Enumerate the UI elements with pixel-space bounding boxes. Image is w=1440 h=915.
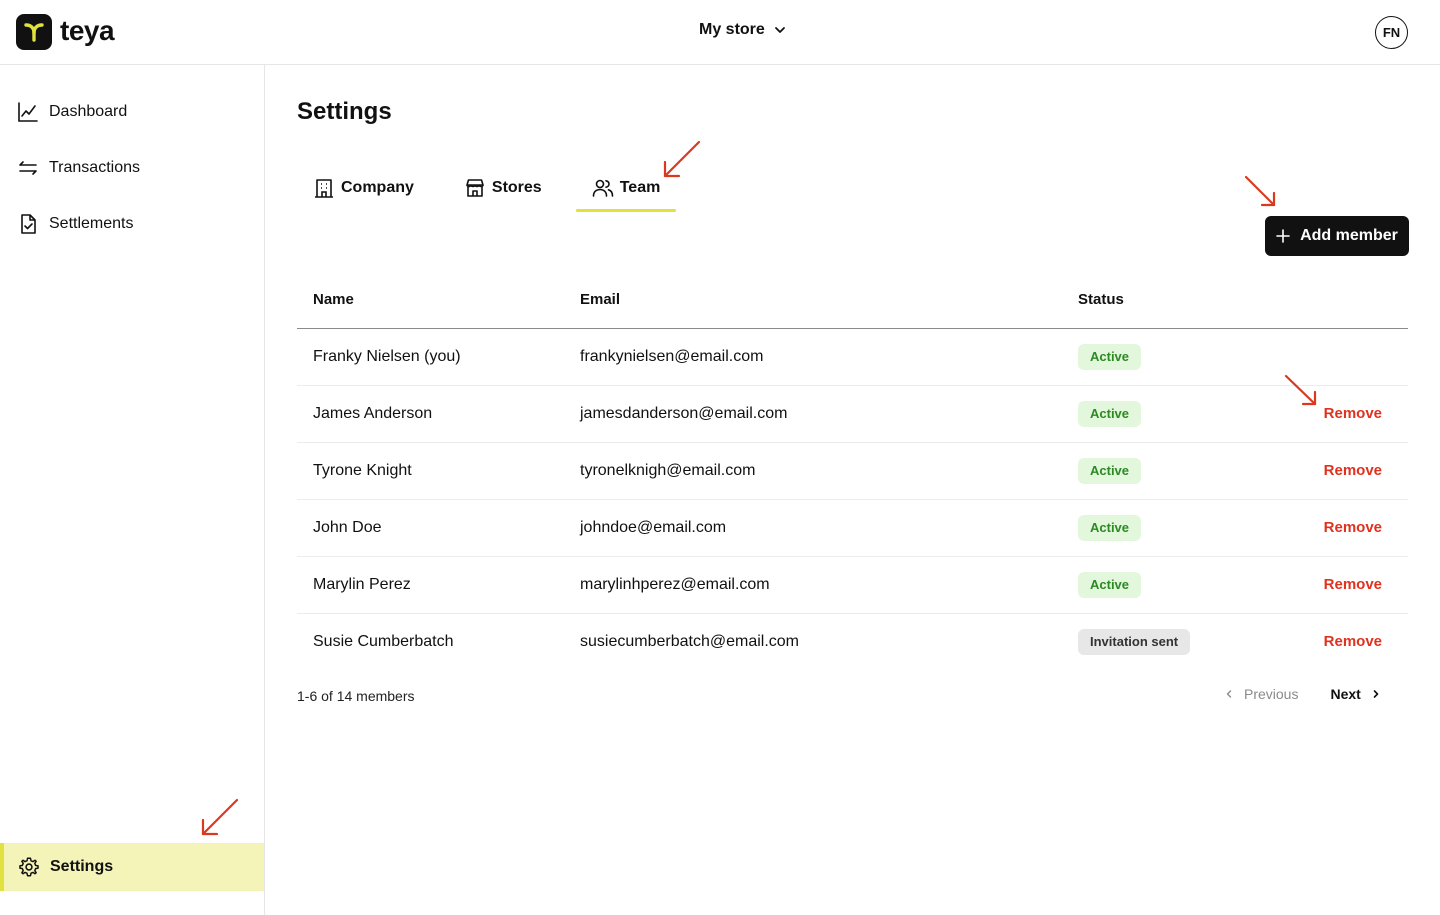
team-table: Name Email Status Franky Nielsen (you) f… (297, 272, 1408, 670)
member-name: Susie Cumberbatch (313, 632, 454, 650)
column-header-email: Email (580, 272, 1078, 329)
member-name: John Doe (297, 499, 580, 557)
remove-member-button[interactable]: Remove (1324, 462, 1382, 479)
table-row: Marylin Perez marylinhperez@email.com Ac… (297, 556, 1408, 614)
column-header-action (1318, 272, 1408, 329)
status-badge: Active (1078, 571, 1142, 598)
plus-icon (1276, 229, 1290, 243)
settings-tabs: Company Stores Team (297, 166, 676, 212)
status-badge: Active (1078, 343, 1142, 370)
column-header-status: Status (1078, 272, 1318, 329)
avatar-initials: FN (1382, 25, 1401, 40)
member-count: 1-6 of 14 members (297, 688, 415, 704)
gear-icon (19, 857, 39, 877)
table-row: Tyrone Knight tyronelknigh@email.com Act… (297, 442, 1408, 500)
sidebar-item-settings[interactable]: Settings (0, 843, 264, 891)
add-member-label: Add member (1300, 227, 1398, 244)
store-icon (466, 179, 484, 197)
status-badge: Active (1078, 457, 1142, 484)
logo[interactable]: teya (16, 14, 115, 50)
logo-text: teya (60, 15, 115, 46)
status-badge: Active (1078, 400, 1142, 427)
status-badge: Active (1078, 514, 1142, 541)
users-icon (592, 179, 614, 197)
chevron-left-icon (1226, 690, 1232, 698)
previous-page-button[interactable]: Previous (1224, 686, 1298, 702)
chart-line-icon (18, 102, 38, 122)
next-page-button[interactable]: Next (1330, 686, 1380, 702)
page-title: Settings (297, 98, 392, 125)
tab-label: Stores (491, 179, 542, 196)
top-bar: teya My store FN (0, 0, 1440, 65)
sidebar-item-label: Dashboard (49, 103, 128, 120)
member-email: frankynielsen@email.com (580, 328, 1078, 386)
column-header-name: Name (297, 272, 580, 329)
member-email: tyronelknigh@email.com (580, 442, 1078, 500)
previous-label: Previous (1244, 686, 1299, 702)
tab-label: Team (619, 179, 661, 196)
member-name: Franky Nielsen (you) (297, 328, 580, 386)
tab-team[interactable]: Team (575, 166, 677, 212)
user-avatar[interactable]: FN (1375, 16, 1408, 49)
store-switcher-label: My store (699, 21, 765, 38)
sidebar-item-settlements[interactable]: Settlements (0, 201, 264, 247)
member-name: James Anderson (297, 385, 580, 443)
document-check-icon (21, 214, 36, 234)
member-email: marylinhperez@email.com (580, 556, 1078, 614)
sidebar-item-label: Settlements (49, 215, 134, 232)
table-row: John Doe johndoe@email.com Active Remove (297, 499, 1408, 557)
member-email: jamesdanderson@email.com (580, 385, 1078, 443)
sidebar-item-label: Transactions (49, 159, 140, 176)
sidebar-item-transactions[interactable]: Transactions (0, 145, 264, 191)
building-icon (315, 179, 333, 198)
table-row: Franky Nielsen (you) frankynielsen@email… (297, 328, 1408, 386)
tab-label: Company (341, 179, 414, 196)
remove-member-button[interactable]: Remove (1324, 633, 1382, 650)
store-switcher[interactable]: My store (699, 21, 787, 39)
remove-member-button[interactable]: Remove (1324, 405, 1382, 422)
tab-company[interactable]: Company (297, 166, 430, 210)
status-badge: Invitation sent (1078, 628, 1191, 655)
table-row: Susie Cumberbatch susiecumberbatch@email… (297, 613, 1408, 670)
chevron-right-icon (1373, 690, 1379, 698)
chevron-down-icon (774, 27, 785, 33)
member-name: Tyrone Knight (297, 442, 580, 500)
member-name: Marylin Perez (297, 556, 580, 614)
sidebar-item-dashboard[interactable]: Dashboard (0, 89, 264, 135)
pagination: Previous Next (1224, 686, 1381, 702)
arrows-exchange-icon (19, 161, 37, 175)
next-label: Next (1330, 686, 1361, 702)
add-member-button[interactable]: Add member (1265, 216, 1409, 256)
member-email: johndoe@email.com (580, 499, 1078, 557)
remove-member-button[interactable]: Remove (1324, 519, 1382, 536)
sidebar: Dashboard Transactions Settlements Setti… (0, 65, 265, 915)
table-row: James Anderson jamesdanderson@email.com … (297, 385, 1408, 443)
annotation-arrow-icon (1244, 175, 1276, 207)
tab-stores[interactable]: Stores (448, 166, 558, 210)
sidebar-item-label: Settings (50, 858, 114, 875)
table-header-row: Name Email Status (297, 272, 1408, 329)
remove-member-button[interactable]: Remove (1324, 576, 1382, 593)
teya-logo-icon (16, 14, 52, 50)
member-email: susiecumberbatch@email.com (580, 632, 799, 650)
